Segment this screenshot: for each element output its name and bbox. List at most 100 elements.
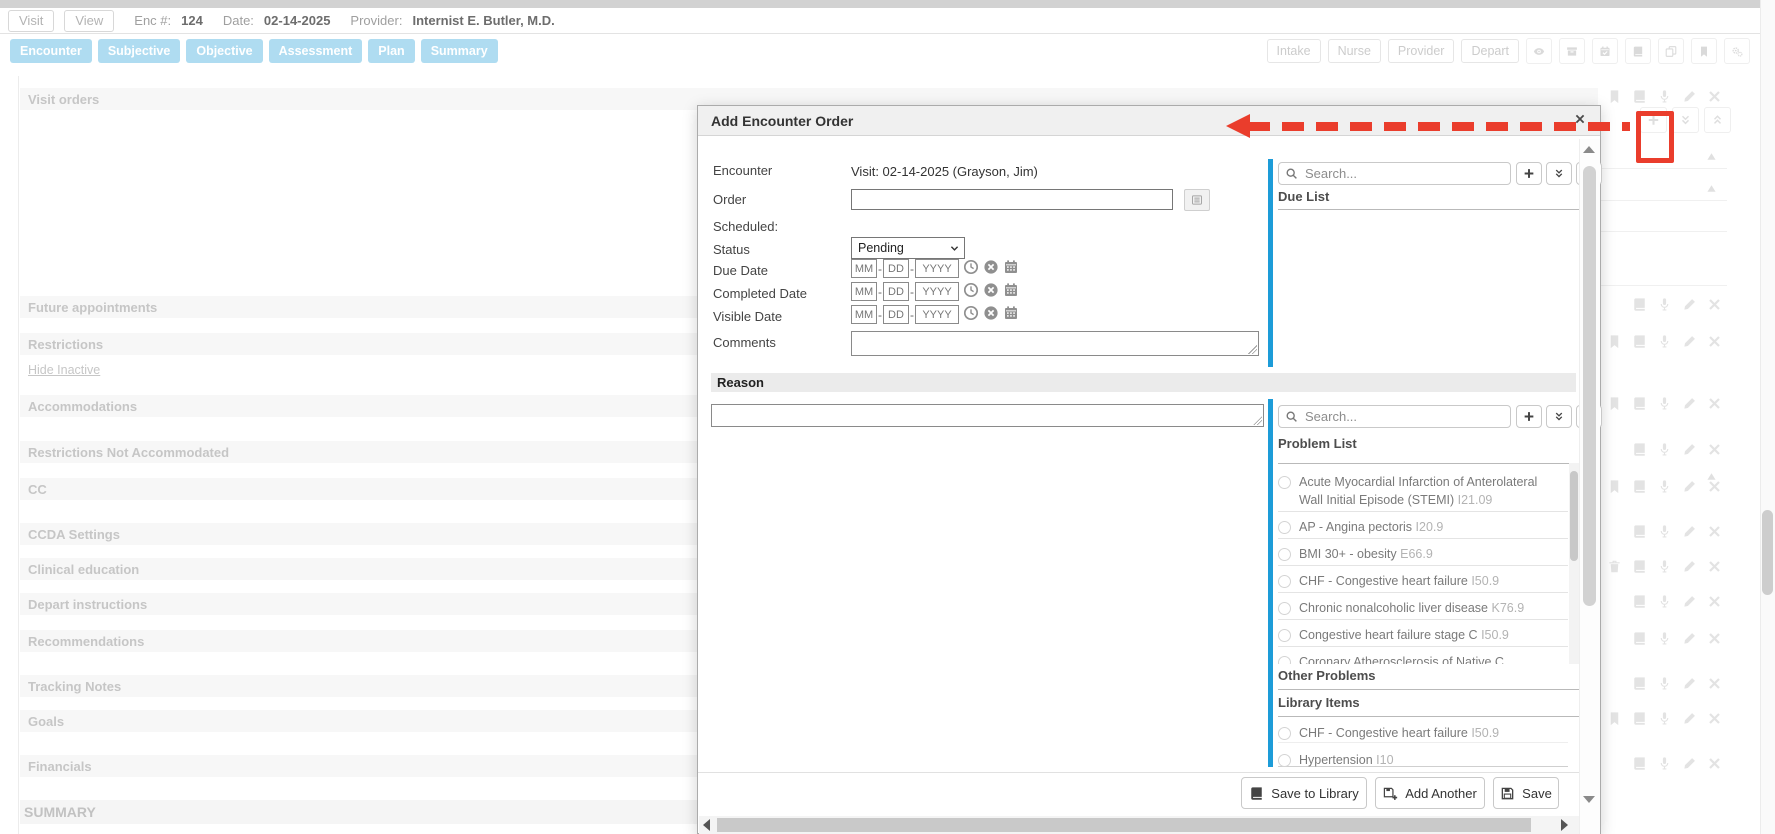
calendar-button[interactable] <box>1003 282 1019 301</box>
section-row-actions[interactable] <box>1607 479 1722 494</box>
time-button[interactable] <box>963 259 979 278</box>
visible-date-mm-input[interactable] <box>851 305 877 324</box>
section-row-actions[interactable] <box>1632 297 1722 312</box>
dialog-vertical-scrollbar-thumb[interactable] <box>1583 166 1596 606</box>
order-lookup-button[interactable] <box>1184 189 1210 211</box>
completed-date-mm-input[interactable] <box>851 282 877 301</box>
radio-button[interactable] <box>1278 602 1291 615</box>
section-row-actions[interactable] <box>1607 334 1722 349</box>
section-row-actions[interactable] <box>1632 631 1722 646</box>
expand-problem-list-button[interactable] <box>1546 405 1572 428</box>
section-row-actions[interactable] <box>1632 756 1722 771</box>
reason-textarea[interactable] <box>711 404 1264 427</box>
order-input[interactable] <box>851 189 1173 210</box>
dialog-title-bar[interactable]: Add Encounter Order <box>698 106 1600 136</box>
scroll-up-arrow-icon[interactable] <box>1583 146 1595 153</box>
library-item[interactable]: Hypertension I10 <box>1278 745 1568 767</box>
due-date-yyyy-input[interactable] <box>915 259 959 278</box>
expand-all-button[interactable] <box>1672 107 1699 133</box>
time-button[interactable] <box>963 282 979 301</box>
radio-button[interactable] <box>1278 521 1291 534</box>
radio-button[interactable] <box>1278 476 1291 489</box>
visit-button[interactable]: Visit <box>8 10 54 32</box>
resize-handle[interactable] <box>1253 416 1262 425</box>
due-date-mm-input[interactable] <box>851 259 877 278</box>
section-row-actions[interactable] <box>1632 594 1722 609</box>
calendar-check-button[interactable] <box>1592 38 1618 64</box>
problem-item[interactable]: Chronic nonalcoholic liver disease K76.9 <box>1278 593 1568 620</box>
visible-date-dd-input[interactable] <box>883 305 909 324</box>
visit-orders-actions[interactable] <box>1607 89 1722 104</box>
tab-plan[interactable]: Plan <box>368 39 414 63</box>
section-row-actions[interactable] <box>1607 711 1722 726</box>
resize-handle[interactable] <box>1248 345 1257 354</box>
comments-textarea[interactable] <box>851 331 1259 356</box>
hide-inactive-link[interactable]: Hide Inactive <box>28 363 100 377</box>
collapse-all-button[interactable] <box>1704 107 1731 133</box>
copy-button[interactable] <box>1658 38 1684 64</box>
expand-due-list-button[interactable] <box>1546 162 1572 185</box>
tab-assessment[interactable]: Assessment <box>269 39 363 63</box>
scroll-left-arrow-icon[interactable] <box>703 819 710 831</box>
problem-item[interactable]: CHF - Congestive heart failure I50.9 <box>1278 566 1568 593</box>
save-button[interactable]: Save <box>1493 777 1559 809</box>
clear-date-button[interactable] <box>983 305 999 324</box>
tab-summary[interactable]: Summary <box>421 39 498 63</box>
save-to-library-button[interactable]: Save to Library <box>1241 777 1367 809</box>
due-list-search-input[interactable] <box>1303 165 1504 182</box>
view-button[interactable]: View <box>64 10 114 32</box>
radio-button[interactable] <box>1278 548 1291 561</box>
clear-date-button[interactable] <box>983 259 999 278</box>
browser-scrollbar-thumb[interactable] <box>1762 510 1773 595</box>
due-list-search[interactable] <box>1278 162 1511 185</box>
calendar-button[interactable] <box>1003 259 1019 278</box>
add-another-button[interactable]: Add Another <box>1375 777 1485 809</box>
section-row-actions[interactable] <box>1632 442 1722 457</box>
calendar-button[interactable] <box>1003 305 1019 324</box>
tab-encounter[interactable]: Encounter <box>10 39 92 63</box>
archive-button[interactable] <box>1559 38 1585 64</box>
problem-item[interactable]: BMI 30+ - obesity E66.9 <box>1278 539 1568 566</box>
due-date-dd-input[interactable] <box>883 259 909 278</box>
scroll-down-arrow-icon[interactable] <box>1583 796 1595 803</box>
collapse-triangle-icon[interactable] <box>1705 182 1718 195</box>
section-row-actions[interactable] <box>1632 524 1722 539</box>
collapse-triangle-icon[interactable] <box>1705 150 1718 163</box>
dialog-horizontal-scrollbar-thumb[interactable] <box>717 818 1531 832</box>
radio-button[interactable] <box>1278 754 1291 767</box>
section-row-actions[interactable] <box>1607 559 1722 574</box>
tab-objective[interactable]: Objective <box>186 39 262 63</box>
section-row-actions[interactable] <box>1632 676 1722 691</box>
library-item[interactable]: CHF - Congestive heart failure I50.9 <box>1278 718 1568 743</box>
completed-date-yyyy-input[interactable] <box>915 282 959 301</box>
visible-date-yyyy-input[interactable] <box>915 305 959 324</box>
nurse-button[interactable]: Nurse <box>1328 39 1381 63</box>
add-problem-button[interactable] <box>1516 405 1542 428</box>
radio-button[interactable] <box>1278 656 1291 664</box>
scroll-right-arrow-icon[interactable] <box>1561 819 1568 831</box>
time-button[interactable] <box>963 305 979 324</box>
completed-date-dd-input[interactable] <box>883 282 909 301</box>
clear-date-button[interactable] <box>983 282 999 301</box>
add-due-item-button[interactable] <box>1516 162 1542 185</box>
tab-subjective[interactable]: Subjective <box>98 39 181 63</box>
bookmark-button[interactable] <box>1691 38 1717 64</box>
dialog-horizontal-scrollbar[interactable] <box>699 816 1579 834</box>
status-select[interactable]: Pending <box>851 237 965 259</box>
radio-button[interactable] <box>1278 727 1291 740</box>
problem-item[interactable]: Acute Myocardial Infarction of Anterolat… <box>1278 467 1568 512</box>
radio-button[interactable] <box>1278 575 1291 588</box>
depart-button[interactable]: Depart <box>1461 39 1519 63</box>
provider-button[interactable]: Provider <box>1388 39 1455 63</box>
problem-item[interactable]: Congestive heart failure stage C I50.9 <box>1278 620 1568 647</box>
eye-button[interactable] <box>1526 38 1552 64</box>
intake-button[interactable]: Intake <box>1267 39 1321 63</box>
radio-button[interactable] <box>1278 629 1291 642</box>
gears-button[interactable] <box>1724 38 1750 64</box>
book-button[interactable] <box>1625 38 1651 64</box>
problem-search-input[interactable] <box>1303 408 1504 425</box>
problem-item-clipped[interactable]: Coronary Atherosclerosis of Native C <box>1278 647 1568 664</box>
problem-item[interactable]: AP - Angina pectoris I20.9 <box>1278 512 1568 539</box>
problem-list-scrollbar-thumb[interactable] <box>1570 471 1578 561</box>
browser-scrollbar[interactable] <box>1760 0 1775 834</box>
